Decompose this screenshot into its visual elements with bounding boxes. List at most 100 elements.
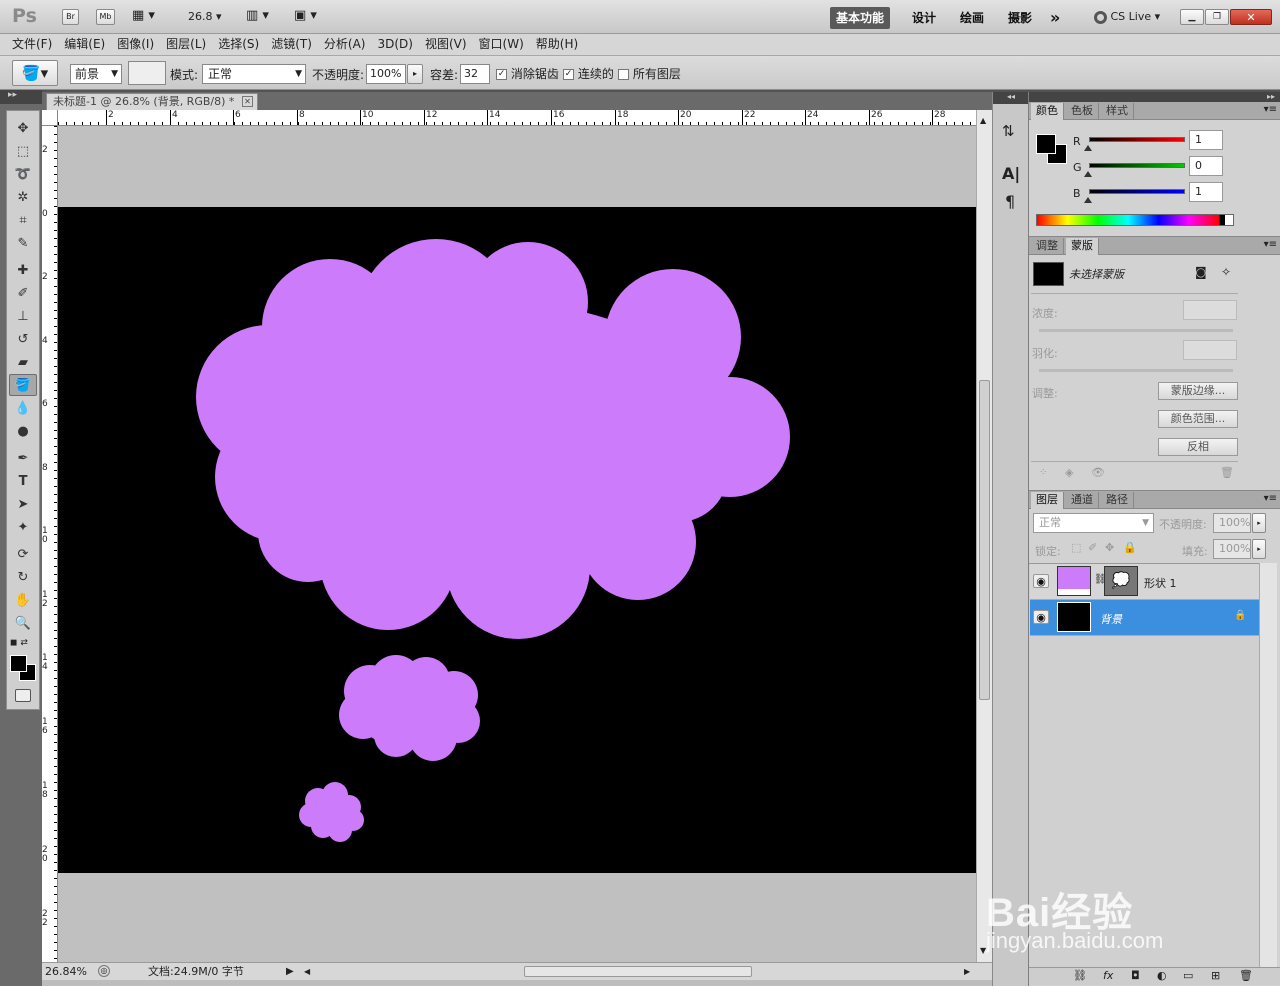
workspace-painting-button[interactable]: 绘画 xyxy=(960,7,984,29)
menu-filter[interactable]: 滤镜(T) xyxy=(265,34,318,55)
right-dock-header[interactable]: ▸▸ xyxy=(1029,92,1280,102)
type-tool-icon[interactable]: T xyxy=(9,470,37,492)
quick-select-tool-icon[interactable]: ✲ xyxy=(9,186,37,208)
layer-name[interactable]: 形状 1 xyxy=(1144,575,1177,591)
new-group-icon[interactable]: ▭ xyxy=(1183,969,1193,982)
paragraph-panel-icon[interactable]: ¶ xyxy=(1005,192,1015,211)
hand-tool-icon[interactable]: ✋ xyxy=(9,589,37,611)
default-colors-icon[interactable]: ◼ ⇄ xyxy=(10,638,28,648)
g-input[interactable]: 0 xyxy=(1189,156,1223,176)
zoom-level-select[interactable]: 26.8 ▾ xyxy=(188,10,222,23)
paint-bucket-tool-icon[interactable]: 🪣 xyxy=(9,374,37,396)
workspace-essentials-button[interactable]: 基本功能 xyxy=(830,7,891,29)
status-arrow[interactable]: ▶ xyxy=(286,963,294,980)
view-extras-button[interactable]: ▦ ▾ xyxy=(132,8,155,23)
layer-opacity-arrow[interactable]: ▸ xyxy=(1252,513,1266,533)
eyedropper-tool-icon[interactable]: ✎ xyxy=(9,232,37,254)
screen-mode-button[interactable]: ▣ ▾ xyxy=(294,8,317,23)
pen-tool-icon[interactable]: ✒ xyxy=(9,447,37,469)
layer-opacity-input[interactable]: 100% xyxy=(1213,513,1251,533)
workspace-photography-button[interactable]: 摄影 xyxy=(1008,7,1032,29)
custom-shape-tool-icon[interactable]: ✦ xyxy=(9,516,37,538)
dodge-tool-icon[interactable]: ● xyxy=(9,420,37,442)
all-layers-checkbox[interactable]: 所有图层 xyxy=(618,65,681,82)
character-panel-icon[interactable]: A| xyxy=(1002,164,1020,183)
delete-mask-icon[interactable]: 🗑 xyxy=(1220,466,1234,479)
workspace-design-button[interactable]: 设计 xyxy=(912,7,936,29)
menu-help[interactable]: 帮助(H) xyxy=(530,34,584,55)
tab-styles[interactable]: 样式 xyxy=(1101,103,1134,120)
lock-transparency-icon[interactable]: ⬚ xyxy=(1071,541,1081,554)
hscroll-right-arrow[interactable]: ▶ xyxy=(964,963,970,980)
opacity-input[interactable]: 100% xyxy=(366,64,406,84)
menu-window[interactable]: 窗口(W) xyxy=(473,34,530,55)
contiguous-checkbox[interactable]: ✓ 连续的 xyxy=(563,65,614,82)
minimize-button[interactable]: ▁ xyxy=(1180,9,1204,25)
blend-mode-select[interactable]: 正常 ▼ xyxy=(202,64,306,84)
bridge-button[interactable]: Br xyxy=(62,9,79,25)
adjustment-layer-icon[interactable]: ◐ xyxy=(1157,969,1167,982)
arrange-documents-button[interactable]: ▥ ▾ xyxy=(246,8,269,23)
pattern-picker[interactable] xyxy=(128,61,166,85)
zoom-readout[interactable]: 26.84% xyxy=(45,963,87,980)
restore-button[interactable]: ❐ xyxy=(1205,9,1229,25)
tab-color[interactable]: 颜色 xyxy=(1031,103,1064,120)
delete-layer-icon[interactable]: 🗑 xyxy=(1239,969,1253,982)
image-canvas[interactable] xyxy=(58,207,976,873)
layer-row-shape[interactable]: ◉ ⛓ 💭 形状 1 xyxy=(1030,564,1259,600)
cs-live-button[interactable]: CS Live ▾ xyxy=(1094,10,1160,24)
visibility-eye-icon[interactable]: ◉ xyxy=(1033,574,1049,588)
foreground-color-swatch[interactable] xyxy=(10,655,27,672)
opacity-slider-button[interactable]: ▸ xyxy=(407,64,423,84)
scroll-thumb[interactable] xyxy=(979,380,990,700)
tab-channels[interactable]: 通道 xyxy=(1066,492,1099,509)
history-panel-icon[interactable]: ⇅ xyxy=(1002,122,1015,140)
menu-view[interactable]: 视图(V) xyxy=(419,34,473,55)
fill-source-select[interactable]: 前景 ▼ xyxy=(70,64,122,84)
quick-mask-icon[interactable] xyxy=(15,689,31,702)
tab-layers[interactable]: 图层 xyxy=(1031,492,1064,509)
menu-analysis[interactable]: 分析(A) xyxy=(318,34,372,55)
menu-image[interactable]: 图像(I) xyxy=(111,34,160,55)
layer-style-icon[interactable]: fx xyxy=(1103,969,1113,982)
antialias-checkbox[interactable]: ✓ 消除锯齿 xyxy=(496,65,559,82)
apply-mask-icon[interactable]: ◈ xyxy=(1065,466,1073,479)
r-slider-handle[interactable] xyxy=(1084,145,1092,151)
density-input[interactable] xyxy=(1183,300,1237,320)
new-layer-icon[interactable]: ⊞ xyxy=(1211,969,1220,982)
density-slider[interactable] xyxy=(1039,329,1233,332)
move-tool-icon[interactable]: ✥ xyxy=(9,117,37,139)
color-ramp[interactable] xyxy=(1036,214,1234,226)
history-brush-tool-icon[interactable]: ↺ xyxy=(9,328,37,350)
mini-bridge-button[interactable]: Mb xyxy=(96,9,115,25)
feather-slider[interactable] xyxy=(1039,369,1233,372)
healing-brush-tool-icon[interactable]: ✚ xyxy=(9,259,37,281)
link-layers-icon[interactable]: ⛓ xyxy=(1073,969,1087,982)
eraser-tool-icon[interactable]: ▰ xyxy=(9,351,37,373)
g-slider[interactable] xyxy=(1089,163,1185,168)
panel-menu-icon[interactable]: ▾≡ xyxy=(1264,239,1277,250)
clone-stamp-tool-icon[interactable]: ⊥ xyxy=(9,305,37,327)
fill-arrow[interactable]: ▸ xyxy=(1252,539,1266,559)
3d-orbit-tool-icon[interactable]: ↻ xyxy=(9,566,37,588)
g-slider-handle[interactable] xyxy=(1084,171,1092,177)
fill-input[interactable]: 100% xyxy=(1213,539,1251,559)
r-slider[interactable] xyxy=(1089,137,1185,142)
visibility-eye-icon[interactable]: ◉ xyxy=(1033,610,1049,624)
close-tab-icon[interactable]: ✕ xyxy=(242,96,253,107)
pixel-mask-icon[interactable]: ◙ xyxy=(1195,265,1207,279)
3d-rotate-tool-icon[interactable]: ⟳ xyxy=(9,543,37,565)
load-selection-icon[interactable]: ⁘ xyxy=(1039,467,1047,478)
menu-edit[interactable]: 编辑(E) xyxy=(58,34,111,55)
layer-name[interactable]: 背景 xyxy=(1100,611,1122,627)
thought-bubble-shape[interactable] xyxy=(58,207,976,873)
brush-tool-icon[interactable]: ✐ xyxy=(9,282,37,304)
b-slider[interactable] xyxy=(1089,189,1185,194)
ruler-origin[interactable] xyxy=(42,110,58,126)
feather-input[interactable] xyxy=(1183,340,1237,360)
tab-paths[interactable]: 路径 xyxy=(1101,492,1134,509)
menu-file[interactable]: 文件(F) xyxy=(6,34,58,55)
document-tab[interactable]: 未标题-1 @ 26.8% (背景, RGB/8) * ✕ xyxy=(46,93,258,110)
disable-mask-icon[interactable]: 👁 xyxy=(1091,466,1105,479)
menu-select[interactable]: 选择(S) xyxy=(212,34,265,55)
